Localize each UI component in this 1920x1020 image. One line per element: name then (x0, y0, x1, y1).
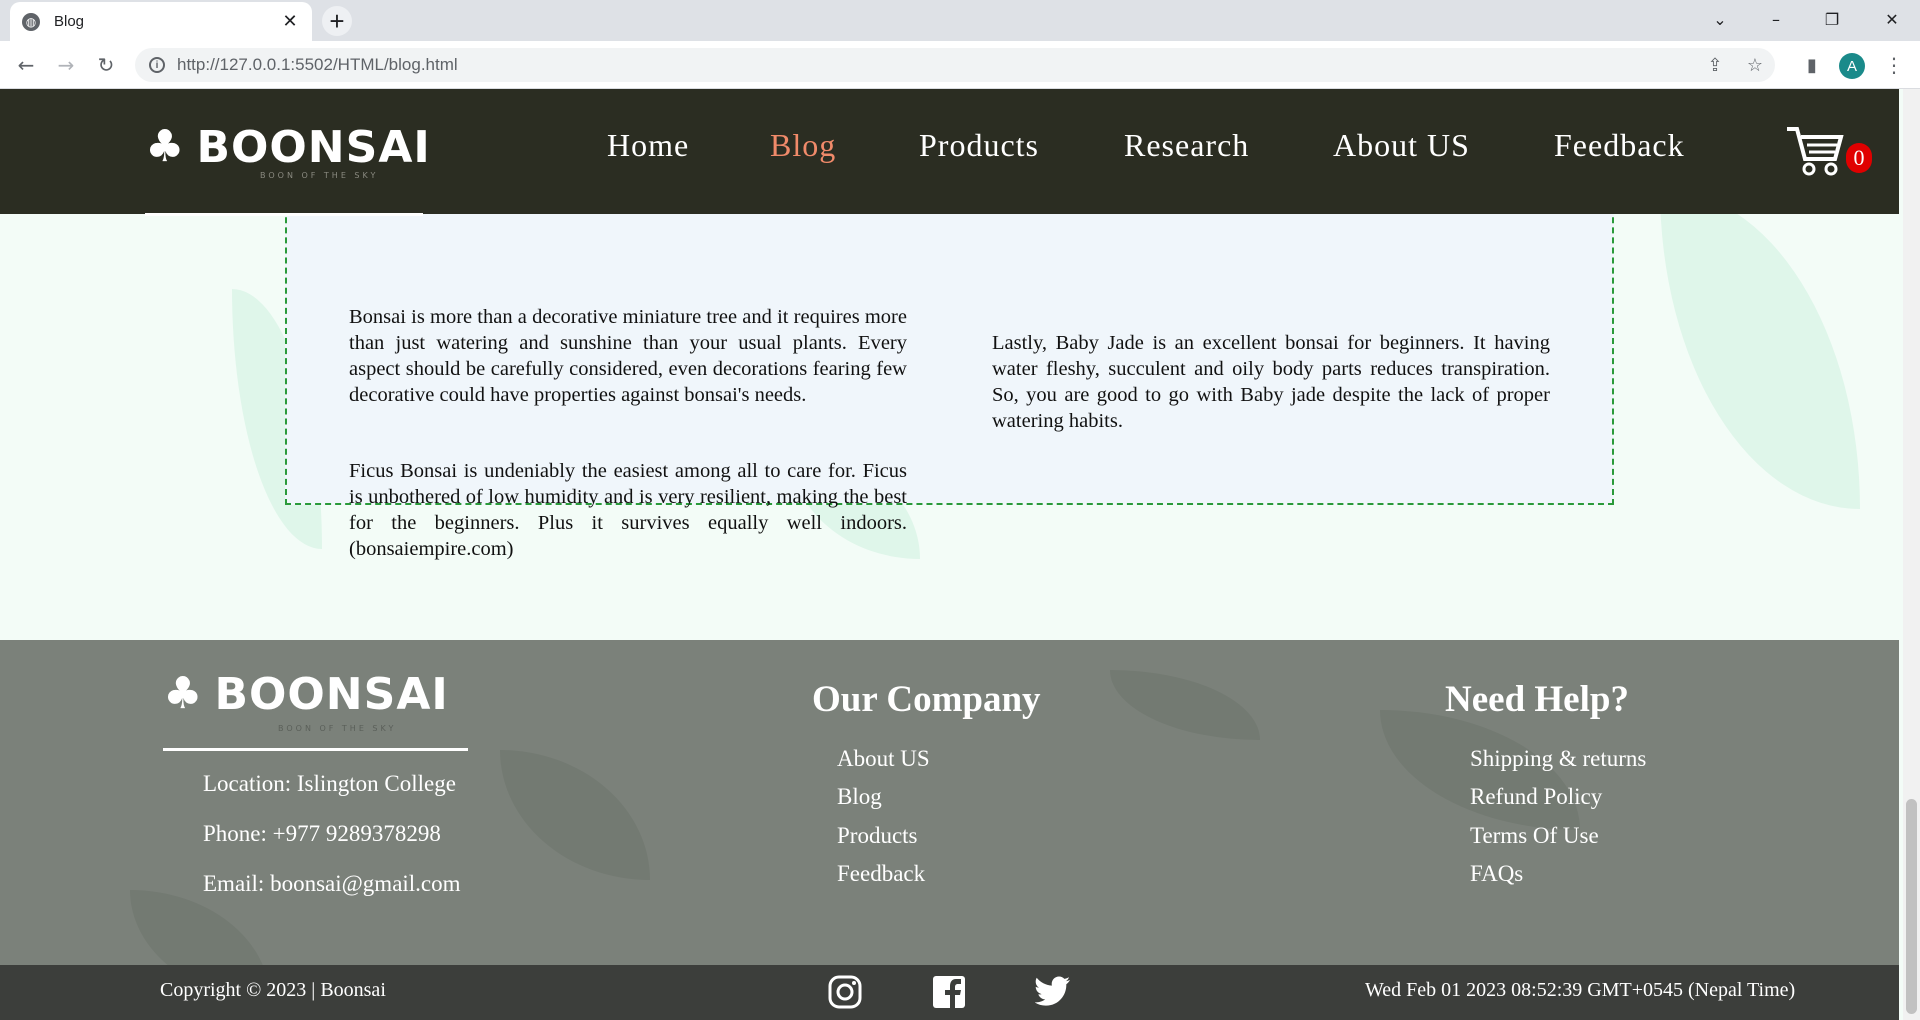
site-header: ♣ BOONSAI BOON OF THE SKY Home Blog Prod… (0, 89, 1899, 216)
footer-logo[interactable]: ♣ BOONSAI BOON OF THE SKY (163, 664, 468, 751)
close-window-button[interactable]: ✕ (1864, 0, 1920, 38)
menu-kebab-icon[interactable]: ⋮ (1878, 49, 1910, 81)
footer-phone: Phone: +977 9289378298 (203, 821, 441, 846)
browser-tabbar: ◍ Blog ✕ + ⌄ – ❐ ✕ (0, 0, 1920, 41)
tab-title: Blog (54, 13, 85, 30)
site-info-icon[interactable]: i (149, 57, 165, 73)
back-button[interactable]: ← (10, 49, 42, 81)
logo-underline (145, 213, 423, 216)
facebook-icon[interactable] (930, 973, 968, 1011)
page-scrollbar[interactable] (1903, 89, 1920, 1020)
minimize-button[interactable]: – (1748, 0, 1804, 38)
nav-research[interactable]: Research (1124, 127, 1249, 164)
footer-link-terms[interactable]: Terms Of Use (1470, 823, 1599, 849)
footer-location: Location: Islington College (203, 771, 456, 796)
footer-bottom-bar: Copyright © 2023 | Boonsai Wed Feb 01 20… (0, 965, 1899, 1020)
restore-button[interactable]: ❐ (1804, 0, 1860, 38)
logo-underline (163, 748, 468, 751)
our-company-heading: Our Company (812, 679, 1041, 720)
address-bar[interactable]: i http://127.0.0.1:5502/HTML/blog.html ⇪… (135, 48, 1775, 82)
footer-link-products[interactable]: Products (837, 823, 918, 849)
share-icon[interactable]: ⇪ (1695, 55, 1735, 76)
nav-blog[interactable]: Blog (770, 127, 836, 164)
scrollbar-thumb[interactable] (1906, 799, 1917, 1014)
side-panel-icon[interactable]: ▮ (1796, 49, 1828, 81)
nav-feedback[interactable]: Feedback (1554, 127, 1685, 164)
instagram-glyph (828, 975, 862, 1009)
globe-icon: ◍ (22, 12, 40, 31)
tab-close-button[interactable]: ✕ (280, 11, 300, 32)
page-viewport: Bonsai is more than a decorative miniatu… (0, 89, 1920, 1020)
url-text[interactable]: http://127.0.0.1:5502/HTML/blog.html (177, 55, 1695, 75)
browser-tab[interactable]: ◍ Blog ✕ (10, 2, 312, 41)
article-paragraph: Ficus Bonsai is undeniably the easiest a… (349, 460, 907, 560)
article-paragraph: Bonsai is more than a decorative miniatu… (349, 306, 907, 406)
nav-home[interactable]: Home (607, 127, 689, 164)
footer-link-refund[interactable]: Refund Policy (1470, 784, 1602, 810)
logo-tagline: BOON OF THE SKY (260, 171, 379, 180)
footer-logo-text: BOONSAI (214, 668, 449, 720)
copyright-text: Copyright © 2023 | Boonsai (160, 979, 386, 1001)
instagram-icon[interactable] (826, 973, 864, 1011)
twitter-glyph (1035, 976, 1070, 1006)
article-paragraph: Lastly, Baby Jade is an excellent bonsai… (992, 332, 1550, 432)
cart-icon[interactable] (1785, 123, 1845, 179)
cart-count-badge: 0 (1846, 143, 1872, 173)
leaf-decoration (1110, 670, 1260, 740)
facebook-glyph (933, 976, 965, 1009)
cart-svg (1787, 127, 1844, 176)
nav-products[interactable]: Products (919, 127, 1039, 164)
forward-button[interactable]: → (50, 49, 82, 81)
footer-link-feedback[interactable]: Feedback (837, 861, 925, 887)
footer-link-about[interactable]: About US (837, 746, 930, 772)
site-logo[interactable]: ♣ BOONSAI BOON OF THE SKY (145, 117, 431, 216)
current-datetime: Wed Feb 01 2023 08:52:39 GMT+0545 (Nepal… (1365, 979, 1796, 1001)
footer-link-blog[interactable]: Blog (837, 784, 882, 810)
leaf-decoration (500, 750, 650, 880)
need-help-heading: Need Help? (1445, 679, 1629, 720)
footer-link-shipping[interactable]: Shipping & returns (1470, 746, 1646, 772)
logo-text: BOONSAI (196, 121, 431, 173)
footer-logo-tagline: BOON OF THE SKY (278, 724, 397, 733)
site-footer: ♣ BOONSAI BOON OF THE SKY Location: Isli… (0, 640, 1899, 1020)
footer-email[interactable]: Email: boonsai@gmail.com (203, 871, 461, 897)
new-tab-button[interactable]: + (322, 6, 352, 36)
footer-link-faqs[interactable]: FAQs (1470, 861, 1523, 887)
browser-toolbar: ← → ↻ i http://127.0.0.1:5502/HTML/blog.… (0, 41, 1920, 89)
bookmark-star-icon[interactable]: ☆ (1735, 55, 1775, 76)
bonsai-tree-icon: ♣ (163, 668, 203, 719)
article-box: Bonsai is more than a decorative miniatu… (285, 177, 1614, 560)
twitter-icon[interactable] (1034, 973, 1072, 1011)
bonsai-tree-icon: ♣ (145, 121, 185, 172)
leaf-decoration (1660, 189, 1860, 509)
tab-search-icon[interactable]: ⌄ (1692, 0, 1748, 38)
nav-about-us[interactable]: About US (1333, 127, 1470, 164)
profile-avatar[interactable]: A (1839, 53, 1865, 79)
reload-button[interactable]: ↻ (90, 49, 122, 81)
